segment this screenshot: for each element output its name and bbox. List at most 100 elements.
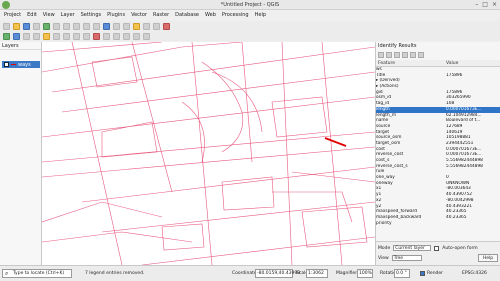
copy-icon[interactable]	[113, 32, 120, 40]
identify-options-icon[interactable]	[418, 51, 424, 58]
toolbar-row-2	[0, 31, 500, 41]
line-symbol-icon	[11, 64, 16, 65]
view-label: View	[378, 255, 389, 261]
attribute-table-icon[interactable]	[133, 22, 140, 30]
label-icon[interactable]	[153, 22, 160, 30]
qgis-window: *Untitled Project - QGIS – □ × Project E…	[0, 0, 500, 281]
status-bar: ⌕ Type to locate (Ctrl+K) 7 legend entri…	[0, 265, 500, 281]
refresh-icon[interactable]	[93, 22, 100, 30]
layer-item-ways[interactable]: ways	[2, 61, 40, 68]
window-controls: – □ ×	[475, 1, 497, 9]
add-raster-layer-icon[interactable]	[13, 32, 20, 40]
print-icon[interactable]	[410, 51, 416, 58]
title-bar: *Untitled Project - QGIS – □ ×	[0, 0, 500, 10]
map-canvas[interactable]	[42, 42, 375, 265]
pan-icon[interactable]	[43, 22, 50, 30]
window-title: *Untitled Project - QGIS	[220, 2, 280, 8]
new-layer-icon[interactable]	[43, 32, 50, 40]
cut-icon[interactable]	[103, 32, 110, 40]
coordinate-field[interactable]: -80.0159,40.43999	[255, 269, 300, 278]
expand-tree-icon[interactable]	[378, 51, 384, 58]
new-project-icon[interactable]	[3, 22, 10, 30]
delete-feature-icon[interactable]	[93, 32, 100, 40]
layers-panel-title: Layers	[0, 42, 41, 50]
zoom-full-icon[interactable]	[73, 22, 80, 30]
menu-view[interactable]: View	[43, 10, 55, 20]
view-select[interactable]: Tree	[391, 255, 422, 261]
road-network-map	[42, 42, 375, 265]
identify-panel-title: Identify Results	[378, 43, 417, 49]
save-as-icon[interactable]	[33, 22, 40, 30]
menu-database[interactable]: Database	[175, 10, 199, 20]
magnifier-field[interactable]: 100%	[357, 269, 373, 278]
identify-toolbar	[376, 50, 500, 59]
result-value	[446, 221, 500, 227]
rotation-field[interactable]: 0.0 °	[394, 269, 410, 278]
coordinate-label: Coordinate	[232, 271, 257, 276]
deselect-icon[interactable]	[123, 22, 130, 30]
collapse-tree-icon[interactable]	[386, 51, 392, 58]
select-icon[interactable]	[113, 22, 120, 30]
zoom-in-icon[interactable]	[53, 22, 60, 30]
close-icon[interactable]: ×	[492, 1, 497, 9]
identify-results-panel: Identify Results Feature Value ws Title 1…	[375, 42, 500, 265]
locator-placeholder: Type to locate (Ctrl+K)	[13, 271, 65, 276]
result-field: priority	[376, 220, 392, 226]
render-label: Render	[427, 271, 444, 276]
minimize-icon[interactable]: –	[475, 1, 478, 9]
layer-name: ways	[18, 61, 31, 68]
undo-icon[interactable]	[133, 32, 140, 40]
header-feature: Feature	[378, 61, 396, 66]
search-icon: ⌕	[5, 270, 9, 277]
help-button[interactable]: Help	[478, 254, 498, 262]
menu-raster[interactable]: Raster	[153, 10, 169, 20]
results-table-header: Feature Value	[376, 60, 500, 67]
vertex-tool-icon[interactable]	[83, 32, 90, 40]
crs-button[interactable]: EPSG:4326	[462, 271, 487, 276]
header-value: Value	[446, 61, 459, 66]
menu-project[interactable]: Project	[4, 10, 21, 20]
magnifier-label: Magnifier	[336, 271, 358, 276]
paste-icon[interactable]	[123, 32, 130, 40]
auto-open-checkbox[interactable]	[434, 245, 440, 251]
render-checkbox[interactable]	[420, 271, 425, 276]
identify-icon[interactable]	[103, 22, 110, 30]
add-feature-icon[interactable]	[73, 32, 80, 40]
results-rows: ws Title 175896 ▸ (Derived) ▸ (Actions) g…	[376, 67, 500, 226]
layer-visibility-checkbox[interactable]	[4, 62, 9, 67]
menu-settings[interactable]: Settings	[81, 10, 102, 20]
redo-icon[interactable]	[143, 32, 150, 40]
scale-field[interactable]: 1:3062	[306, 269, 328, 278]
mode-select[interactable]: Current layer	[393, 245, 432, 251]
menu-help[interactable]: Help	[255, 10, 266, 20]
menu-web[interactable]: Web	[205, 10, 216, 20]
save-project-icon[interactable]	[23, 22, 30, 30]
menu-processing[interactable]: Processing	[222, 10, 249, 20]
measure-icon[interactable]	[143, 22, 150, 30]
locator-input[interactable]: ⌕ Type to locate (Ctrl+K)	[2, 269, 72, 278]
menu-vector[interactable]: Vector	[131, 10, 147, 20]
selected-feature[interactable]	[324, 137, 347, 147]
result-row[interactable]: priority	[376, 221, 500, 227]
auto-open-label: Auto-open form	[442, 245, 478, 251]
zoom-layer-icon[interactable]	[83, 22, 90, 30]
render-toggle[interactable]: Render	[420, 271, 443, 276]
zoom-out-icon[interactable]	[63, 22, 70, 30]
toolbar-row-1	[0, 21, 500, 31]
save-edits-icon[interactable]	[63, 32, 70, 40]
python-icon[interactable]	[163, 22, 170, 30]
mode-label: Mode	[378, 245, 391, 251]
status-message: 7 legend entries removed.	[85, 271, 145, 276]
clear-results-icon[interactable]	[394, 51, 400, 58]
menu-edit[interactable]: Edit	[27, 10, 37, 20]
copy-feature-icon[interactable]	[402, 51, 408, 58]
maximize-icon[interactable]: □	[482, 1, 488, 9]
add-postgis-layer-icon[interactable]	[23, 32, 30, 40]
layers-panel: Layers ways	[0, 42, 42, 265]
open-project-icon[interactable]	[13, 22, 20, 30]
menu-layer[interactable]: Layer	[61, 10, 75, 20]
toggle-editing-icon[interactable]	[53, 32, 60, 40]
add-spatialite-icon[interactable]	[33, 32, 40, 40]
add-vector-layer-icon[interactable]	[3, 32, 10, 40]
menu-plugins[interactable]: Plugins	[107, 10, 125, 20]
